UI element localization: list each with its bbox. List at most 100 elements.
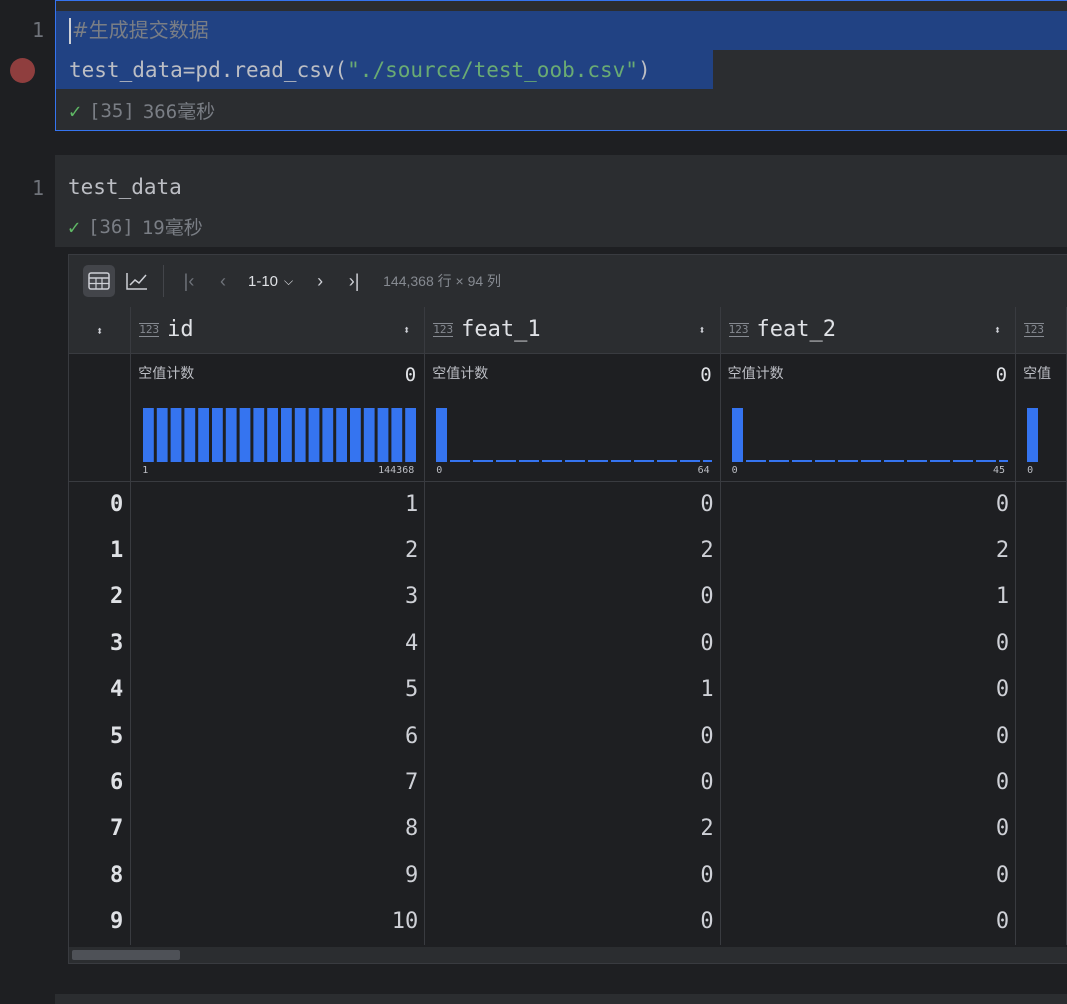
sort-icon[interactable]: ⬍: [698, 323, 705, 337]
column-header[interactable]: 123: [1015, 307, 1067, 354]
histogram-partial: [1027, 407, 1039, 462]
table-cell[interactable]: 10: [130, 898, 426, 945]
table-cell[interactable]: 2: [130, 527, 426, 574]
prev-page-icon[interactable]: ‹: [206, 271, 240, 292]
histogram-bar: [281, 407, 293, 462]
null-count-value: 0: [404, 363, 417, 386]
row-index: 6: [69, 759, 132, 806]
table-cell[interactable]: 0: [424, 620, 721, 667]
table-row[interactable]: 5600: [69, 712, 1067, 760]
column-stats-row: 空值计数 0 1 144368 空值计数 0 0 64 空值计数 0 0 45: [69, 353, 1067, 482]
table-row[interactable]: 7820: [69, 805, 1067, 853]
table-cell[interactable]: 2: [720, 527, 1017, 574]
table-cell[interactable]: [1015, 712, 1067, 760]
column-stats: 空值 0: [1015, 353, 1067, 482]
table-cell[interactable]: 0: [424, 481, 721, 528]
table-cell[interactable]: 3: [130, 573, 426, 621]
table-cell[interactable]: 2: [424, 527, 721, 574]
histogram-bar: [170, 407, 182, 462]
sort-icon[interactable]: ⬍: [96, 324, 103, 338]
table-cell[interactable]: [1015, 481, 1067, 528]
histogram-feat1: [436, 407, 713, 462]
code-comment: #生成提交数据: [72, 18, 209, 42]
histogram-id: [143, 407, 417, 462]
table-cell[interactable]: 0: [720, 712, 1017, 760]
row-index: 0: [69, 481, 132, 528]
horizontal-scrollbar[interactable]: [69, 947, 1067, 963]
table-row[interactable]: 6700: [69, 759, 1067, 806]
table-cell[interactable]: 0: [424, 852, 721, 899]
table-cell[interactable]: 9: [130, 852, 426, 899]
table-cell[interactable]: [1015, 573, 1067, 621]
histogram-max: 144368: [378, 464, 415, 476]
table-cell[interactable]: 0: [424, 573, 721, 621]
next-page-icon[interactable]: ›: [303, 271, 337, 292]
histogram-bar: [436, 407, 448, 462]
code-cell[interactable]: #生成提交数据 test_data=pd.read_csv("./source/…: [55, 0, 1067, 131]
execution-count: [36]: [88, 215, 134, 238]
check-icon: ✓: [68, 214, 81, 239]
table-row[interactable]: 1222: [69, 527, 1067, 574]
table-cell[interactable]: 2: [424, 805, 721, 853]
table-row[interactable]: 4510: [69, 666, 1067, 713]
table-row[interactable]: 8900: [69, 852, 1067, 899]
table-cell[interactable]: 1: [424, 666, 721, 713]
column-name: id: [167, 317, 194, 343]
table-cell[interactable]: 4: [130, 620, 426, 667]
table-cell[interactable]: 8: [130, 805, 426, 853]
sort-icon[interactable]: ⬍: [403, 323, 410, 337]
dataframe-table: ⬍ 123 id ⬍ 123 feat_1 ⬍ 123 feat_2 ⬍ 123 空值计数 …: [69, 307, 1067, 945]
column-header[interactable]: 123 id ⬍: [130, 307, 426, 354]
table-cell[interactable]: 0: [424, 712, 721, 760]
line-chart-icon[interactable]: [121, 265, 153, 297]
table-cell[interactable]: 0: [720, 898, 1017, 945]
table-cell[interactable]: 0: [720, 805, 1017, 853]
dataframe-toolbar: |‹ ‹ 1-10 ⌵ › ›| 144,368 行 × 94 列: [69, 255, 1067, 307]
breakpoint-icon[interactable]: [10, 58, 35, 83]
table-cell[interactable]: 1: [720, 573, 1017, 621]
table-cell[interactable]: 5: [130, 666, 426, 713]
table-cell[interactable]: 7: [130, 759, 426, 806]
null-count-label: 空值计数: [138, 365, 195, 382]
code-line[interactable]: #生成提交数据: [69, 11, 209, 49]
table-row[interactable]: 2301: [69, 573, 1067, 621]
table-cell[interactable]: 0: [720, 481, 1017, 528]
table-cell[interactable]: 0: [424, 898, 721, 945]
page-range-label: 1-10: [248, 272, 279, 290]
table-row[interactable]: 9 10 0 0: [69, 898, 1067, 945]
table-cell[interactable]: 0: [720, 759, 1017, 806]
code-cell[interactable]: test_data ✓ [36] 19毫秒: [55, 155, 1067, 247]
table-cell[interactable]: 1: [130, 481, 426, 528]
table-cell[interactable]: 0: [720, 620, 1017, 667]
table-cell[interactable]: [1015, 759, 1067, 806]
histogram-bar: [731, 407, 743, 462]
table-row[interactable]: 3400: [69, 620, 1067, 667]
page-range-select[interactable]: 1-10 ⌵: [248, 273, 293, 290]
first-page-icon[interactable]: |‹: [172, 271, 206, 292]
table-cell[interactable]: [1015, 666, 1067, 713]
table-cell[interactable]: [1015, 527, 1067, 574]
table-cell[interactable]: 0: [720, 666, 1017, 713]
dataframe-viewer: |‹ ‹ 1-10 ⌵ › ›| 144,368 行 × 94 列 ⬍ 123 id…: [68, 254, 1067, 964]
code-line[interactable]: test_data=pd.read_csv("./source/test_oob…: [69, 51, 651, 89]
index-header[interactable]: ⬍: [69, 307, 132, 354]
table-cell[interactable]: [1015, 805, 1067, 853]
table-cell[interactable]: 0: [720, 852, 1017, 899]
histogram-max: 45: [993, 464, 1006, 476]
table-grid-icon[interactable]: [83, 265, 115, 297]
code-cell[interactable]: [55, 994, 1067, 1004]
table-cell[interactable]: 0: [424, 759, 721, 806]
histogram-bar: [322, 407, 334, 462]
column-header[interactable]: 123 feat_1 ⬍: [424, 307, 721, 354]
table-cell[interactable]: [1015, 620, 1067, 667]
code-line[interactable]: test_data: [68, 168, 182, 206]
last-page-icon[interactable]: ›|: [337, 271, 371, 292]
column-header[interactable]: 123 feat_2 ⬍: [720, 307, 1017, 354]
column-name: feat_1: [461, 317, 541, 343]
table-row[interactable]: 0100: [69, 481, 1067, 528]
sort-icon[interactable]: ⬍: [994, 323, 1001, 337]
table-cell[interactable]: 6: [130, 712, 426, 760]
table-cell[interactable]: [1015, 852, 1067, 899]
scrollbar-thumb[interactable]: [72, 950, 180, 960]
table-cell[interactable]: [1015, 898, 1067, 945]
